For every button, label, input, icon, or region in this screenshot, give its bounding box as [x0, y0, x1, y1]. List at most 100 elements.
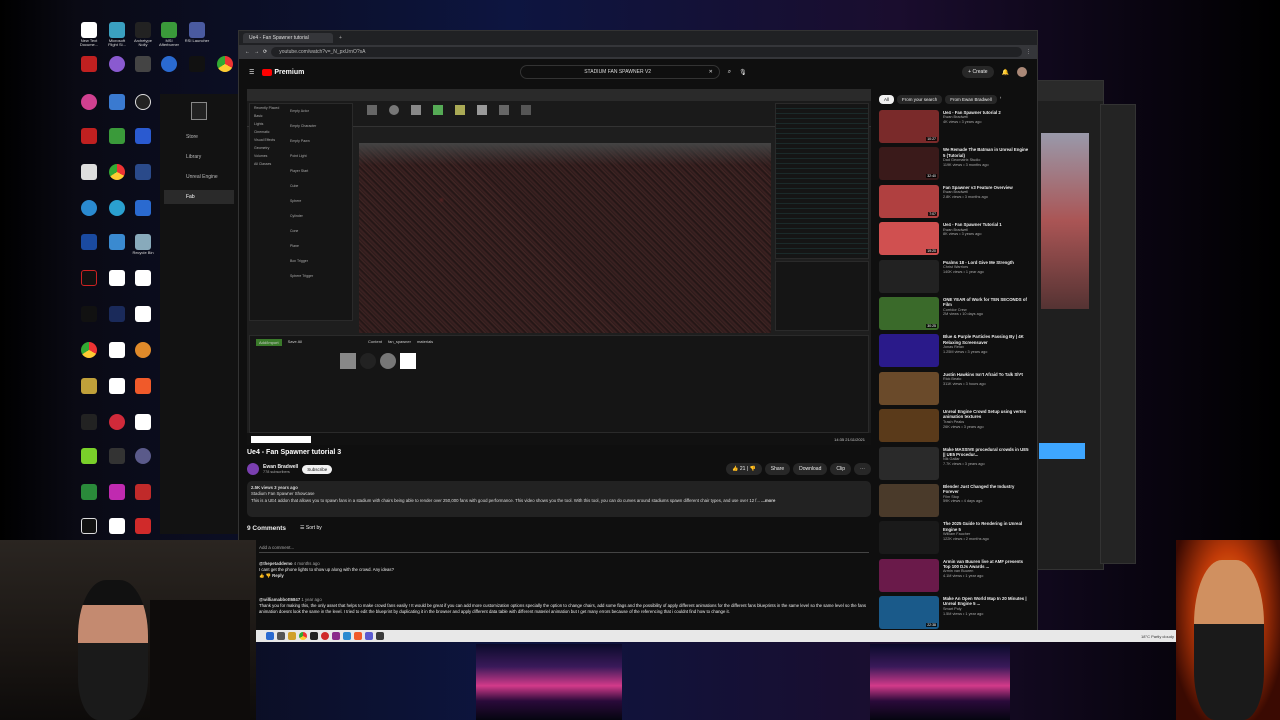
channel-avatar[interactable] — [247, 463, 259, 475]
desktop-icon[interactable] — [76, 270, 102, 287]
video-thumbnail[interactable]: 30:25 — [879, 296, 939, 330]
taskbar-app-icon[interactable] — [354, 632, 362, 640]
ue-category[interactable]: Geometry — [250, 144, 286, 152]
video-thumbnail[interactable]: 22:38 — [879, 596, 939, 630]
desktop-icon[interactable] — [130, 128, 156, 145]
tab-active[interactable]: Ue4 - Fan Spawner tutorial — [243, 33, 333, 43]
desktop-icon[interactable] — [130, 306, 156, 323]
taskbar-app-icon[interactable] — [376, 632, 384, 640]
desktop-icon[interactable] — [130, 342, 156, 359]
epic-nav-fab[interactable]: Fab — [164, 190, 234, 204]
reload-icon[interactable]: ⟳ — [263, 49, 267, 55]
sort-by-button[interactable]: ☰ Sort by — [300, 525, 322, 532]
video-thumbnail[interactable] — [879, 483, 939, 517]
ue-category[interactable]: All Classes — [250, 160, 286, 168]
asset-thumbnail[interactable] — [380, 353, 396, 369]
ue-build-icon[interactable] — [477, 105, 487, 115]
desktop-icon[interactable] — [104, 128, 130, 145]
forward-icon[interactable]: → — [254, 49, 259, 55]
desktop-icon[interactable]: Microsoft Flight Si... — [104, 22, 130, 48]
related-video-item[interactable]: Armin van Buuren live at AMF presents To… — [879, 558, 1029, 596]
video-thumbnail[interactable] — [879, 558, 939, 592]
desktop-icon[interactable] — [104, 306, 130, 323]
share-button[interactable]: Share — [764, 463, 791, 475]
weather-tray[interactable]: 18°C Partly cloudy — [1141, 634, 1180, 639]
ue-outliner-list[interactable] — [776, 104, 868, 258]
video-player[interactable]: Recently Placed Basic Lights Cinematic V… — [247, 89, 871, 445]
comment-dislike-icon[interactable]: 👎 — [266, 573, 271, 578]
more-actions-icon[interactable]: ⋯ — [854, 463, 871, 475]
search-icon[interactable]: ⌕ — [728, 69, 731, 76]
ue-place-item[interactable]: Player Start — [286, 164, 352, 179]
chrome-icon[interactable] — [212, 56, 238, 73]
ue-category[interactable]: Lights — [250, 120, 286, 128]
content-path-item[interactable]: materials — [417, 339, 433, 346]
related-video-item[interactable]: Psalms 18 - Lord Give Me Strength Christ … — [879, 259, 1029, 297]
ue-save-icon[interactable] — [367, 105, 377, 115]
desktop-icon[interactable] — [104, 518, 130, 535]
ue-place-item[interactable]: Cylinder — [286, 209, 352, 224]
desktop-icon[interactable] — [76, 234, 102, 251]
desktop-icon[interactable] — [104, 94, 130, 111]
download-button[interactable]: Download — [793, 463, 828, 475]
epic-nav-library[interactable]: Library — [160, 140, 238, 160]
desktop-icon[interactable] — [76, 128, 102, 145]
desktop-icon[interactable] — [184, 56, 210, 73]
chrome-taskbar-icon[interactable] — [299, 632, 307, 640]
related-video-item[interactable]: 30:25 ONE YEAR of Work for TEN SECONDS of… — [879, 296, 1029, 334]
more-link[interactable]: ...more — [761, 498, 775, 503]
chips-next-icon[interactable]: › — [1000, 95, 1002, 104]
content-path-root[interactable]: Content — [368, 339, 382, 346]
desktop-icon[interactable] — [156, 56, 182, 73]
desktop-icon[interactable] — [76, 164, 102, 181]
recycle-bin-icon[interactable]: Recycle Bin — [130, 234, 156, 255]
content-path-item[interactable]: fan_spawner — [388, 339, 411, 346]
related-video-title[interactable]: Armin van Buuren live at AMF presents To… — [943, 559, 1029, 570]
desktop-icon[interactable] — [130, 164, 156, 181]
url-field[interactable]: youtube.com/watch?v=_N_pxUrnO?sA — [271, 47, 1022, 57]
taskview-icon[interactable] — [277, 632, 285, 640]
preview-thumbnail[interactable] — [870, 644, 1010, 720]
desktop-icon[interactable] — [130, 270, 156, 287]
save-all-button[interactable]: Save All — [288, 339, 302, 346]
asset-thumbnail[interactable] — [340, 353, 356, 369]
chip-all[interactable]: All — [879, 95, 895, 104]
related-video-title[interactable]: Blender Just Changed the Industry Foreve… — [943, 484, 1029, 495]
related-video-title[interactable]: The 2025 Guide to Rendering in Unreal En… — [943, 521, 1029, 532]
related-video-title[interactable]: ONE YEAR of Work for TEN SECONDS of Film — [943, 297, 1029, 308]
desktop-icon[interactable] — [130, 484, 156, 501]
related-video-item[interactable]: The 2025 Guide to Rendering in Unreal En… — [879, 521, 1029, 558]
related-video-item[interactable]: 19:20 Ue4 - Fan Spawner Tutorial 1 Ewan Br… — [879, 222, 1029, 259]
ue-category[interactable]: Cinematic — [250, 128, 286, 136]
comment-like-icon[interactable]: 👍 — [259, 573, 264, 578]
desktop-icon[interactable] — [104, 484, 130, 501]
desktop-icon[interactable] — [104, 448, 130, 465]
video-thumbnail[interactable] — [879, 446, 939, 480]
related-video-item[interactable]: 32:40 We Remade The Batman in Unreal Engi… — [879, 147, 1029, 184]
taskbar-app-icon[interactable] — [365, 632, 373, 640]
desktop-icon[interactable] — [76, 200, 102, 217]
desktop-icon[interactable]: RSI Launcher — [184, 22, 210, 43]
ue-place-item[interactable]: Sphere — [286, 194, 352, 209]
related-video-item[interactable]: Blue & Purple Particles Passing By | 4K … — [879, 334, 1029, 371]
ue-place-item[interactable]: Empty Pawn — [286, 134, 352, 149]
desktop-icon[interactable] — [76, 414, 102, 431]
background-window-button[interactable] — [1039, 443, 1085, 459]
video-thumbnail[interactable]: 7:07 — [879, 184, 939, 218]
notifications-icon[interactable]: 🔔 — [1002, 69, 1009, 76]
clear-search-icon[interactable]: ✕ — [709, 69, 713, 75]
ue-category[interactable]: Recently Placed — [250, 104, 286, 112]
video-thumbnail[interactable]: 10:27 — [879, 110, 939, 143]
taskbar-app-icon[interactable] — [343, 632, 351, 640]
menu-icon[interactable]: ☰ — [249, 69, 254, 76]
desktop-icon[interactable] — [104, 378, 130, 395]
desktop-icon[interactable] — [76, 94, 102, 111]
ue-cinematics-icon[interactable] — [455, 105, 465, 115]
unreal-icon[interactable] — [130, 94, 156, 111]
mic-icon[interactable]: 🎙 — [739, 69, 747, 76]
taskbar-app-icon[interactable] — [332, 632, 340, 640]
ue-category[interactable]: Basic — [250, 112, 286, 120]
video-thumbnail[interactable] — [879, 409, 939, 443]
ue-place-item[interactable]: Sphere Trigger — [286, 269, 352, 284]
related-video-item[interactable]: 22:38 Make An Open World Map In 20 Minute… — [879, 596, 1029, 633]
